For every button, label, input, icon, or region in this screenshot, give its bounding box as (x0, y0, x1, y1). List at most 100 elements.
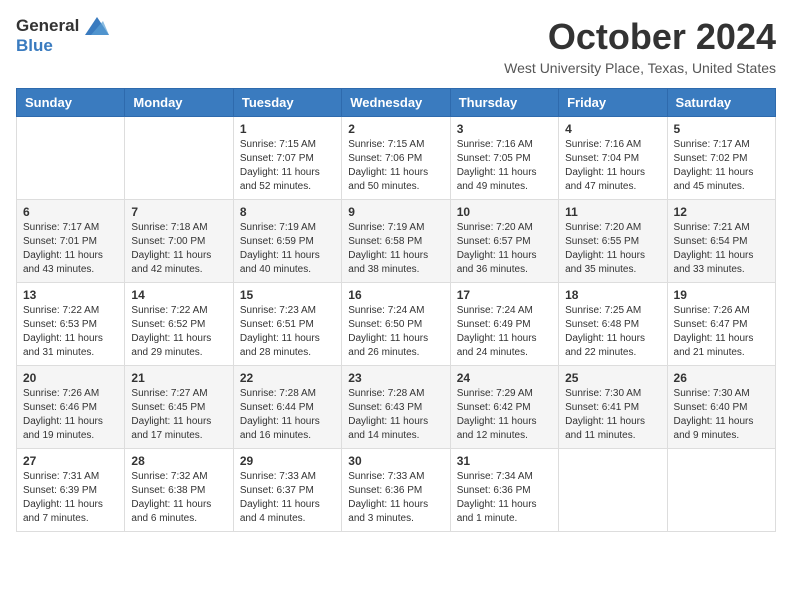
calendar-week-row: 1Sunrise: 7:15 AM Sunset: 7:07 PM Daylig… (17, 117, 776, 200)
day-info: Sunrise: 7:21 AM Sunset: 6:54 PM Dayligh… (674, 221, 769, 277)
calendar-cell: 2 Sunrise: 7:15 AM Sunset: 7:06 PM Daylig… (342, 117, 450, 200)
day-number: 22 (240, 371, 335, 385)
calendar-cell: 4 Sunrise: 7:16 AM Sunset: 7:04 PM Daylig… (559, 117, 667, 200)
day-number: 25 (565, 371, 660, 385)
calendar-cell: 21 Sunrise: 7:27 AM Sunset: 6:45 PM Dayli… (125, 366, 233, 449)
calendar-cell: 18 Sunrise: 7:25 AM Sunset: 6:48 PM Dayli… (559, 283, 667, 366)
logo-icon (85, 17, 109, 35)
location-subtitle: West University Place, Texas, United Sta… (504, 60, 776, 76)
day-info: Sunrise: 7:34 AM Sunset: 6:36 PM Dayligh… (457, 470, 552, 526)
calendar-cell: 23 Sunrise: 7:28 AM Sunset: 6:43 PM Dayli… (342, 366, 450, 449)
column-header-sunday: Sunday (17, 89, 125, 117)
day-number: 6 (23, 205, 118, 219)
day-info: Sunrise: 7:25 AM Sunset: 6:48 PM Dayligh… (565, 304, 660, 360)
calendar-cell: 25 Sunrise: 7:30 AM Sunset: 6:41 PM Dayli… (559, 366, 667, 449)
calendar-cell: 26Sunrise: 7:30 AM Sunset: 6:40 PM Dayli… (667, 366, 775, 449)
day-number: 1 (240, 122, 335, 136)
calendar-cell (667, 449, 775, 532)
calendar-cell: 17 Sunrise: 7:24 AM Sunset: 6:49 PM Dayli… (450, 283, 558, 366)
calendar-cell: 24Sunrise: 7:29 AM Sunset: 6:42 PM Dayli… (450, 366, 558, 449)
day-number: 14 (131, 288, 226, 302)
day-info: Sunrise: 7:26 AM Sunset: 6:46 PM Dayligh… (23, 387, 118, 443)
day-number: 21 (131, 371, 226, 385)
column-header-tuesday: Tuesday (233, 89, 341, 117)
day-number: 16 (348, 288, 443, 302)
calendar-cell: 1Sunrise: 7:15 AM Sunset: 7:07 PM Daylig… (233, 117, 341, 200)
day-info: Sunrise: 7:19 AM Sunset: 6:59 PM Dayligh… (240, 221, 335, 277)
calendar-week-row: 13 Sunrise: 7:22 AM Sunset: 6:53 PM Dayli… (17, 283, 776, 366)
day-info: Sunrise: 7:22 AM Sunset: 6:53 PM Dayligh… (23, 304, 118, 360)
calendar-week-row: 27 Sunrise: 7:31 AM Sunset: 6:39 PM Dayli… (17, 449, 776, 532)
day-number: 19 (674, 288, 769, 302)
day-number: 12 (674, 205, 769, 219)
calendar-cell: 20 Sunrise: 7:26 AM Sunset: 6:46 PM Dayli… (17, 366, 125, 449)
page-header: General Blue October 2024 West Universit… (16, 16, 776, 76)
day-number: 17 (457, 288, 552, 302)
day-number: 18 (565, 288, 660, 302)
day-info: Sunrise: 7:20 AM Sunset: 6:57 PM Dayligh… (457, 221, 552, 277)
day-info: Sunrise: 7:17 AM Sunset: 7:02 PM Dayligh… (674, 138, 769, 194)
month-title: October 2024 (504, 16, 776, 58)
calendar-cell: 13 Sunrise: 7:22 AM Sunset: 6:53 PM Dayli… (17, 283, 125, 366)
calendar-week-row: 6 Sunrise: 7:17 AM Sunset: 7:01 PM Daylig… (17, 200, 776, 283)
day-info: Sunrise: 7:23 AM Sunset: 6:51 PM Dayligh… (240, 304, 335, 360)
column-header-wednesday: Wednesday (342, 89, 450, 117)
day-info: Sunrise: 7:16 AM Sunset: 7:05 PM Dayligh… (457, 138, 552, 194)
day-number: 27 (23, 454, 118, 468)
day-number: 13 (23, 288, 118, 302)
day-info: Sunrise: 7:31 AM Sunset: 6:39 PM Dayligh… (23, 470, 118, 526)
day-number: 3 (457, 122, 552, 136)
calendar-cell (125, 117, 233, 200)
logo-blue-text: Blue (16, 36, 53, 55)
day-number: 23 (348, 371, 443, 385)
day-info: Sunrise: 7:28 AM Sunset: 6:43 PM Dayligh… (348, 387, 443, 443)
day-info: Sunrise: 7:24 AM Sunset: 6:49 PM Dayligh… (457, 304, 552, 360)
day-number: 20 (23, 371, 118, 385)
day-number: 9 (348, 205, 443, 219)
calendar-cell: 30 Sunrise: 7:33 AM Sunset: 6:36 PM Dayli… (342, 449, 450, 532)
day-info: Sunrise: 7:29 AM Sunset: 6:42 PM Dayligh… (457, 387, 552, 443)
day-number: 8 (240, 205, 335, 219)
day-info: Sunrise: 7:22 AM Sunset: 6:52 PM Dayligh… (131, 304, 226, 360)
day-info: Sunrise: 7:30 AM Sunset: 6:41 PM Dayligh… (565, 387, 660, 443)
calendar-cell: 7 Sunrise: 7:18 AM Sunset: 7:00 PM Daylig… (125, 200, 233, 283)
calendar-cell (17, 117, 125, 200)
column-header-friday: Friday (559, 89, 667, 117)
day-info: Sunrise: 7:18 AM Sunset: 7:00 PM Dayligh… (131, 221, 226, 277)
column-header-thursday: Thursday (450, 89, 558, 117)
day-info: Sunrise: 7:27 AM Sunset: 6:45 PM Dayligh… (131, 387, 226, 443)
calendar-cell: 28Sunrise: 7:32 AM Sunset: 6:38 PM Dayli… (125, 449, 233, 532)
logo-general-text: General (16, 16, 79, 36)
day-number: 4 (565, 122, 660, 136)
calendar-cell: 15 Sunrise: 7:23 AM Sunset: 6:51 PM Dayli… (233, 283, 341, 366)
day-info: Sunrise: 7:17 AM Sunset: 7:01 PM Dayligh… (23, 221, 118, 277)
calendar-cell: 10Sunrise: 7:20 AM Sunset: 6:57 PM Dayli… (450, 200, 558, 283)
logo: General Blue (16, 16, 109, 56)
calendar-cell: 11 Sunrise: 7:20 AM Sunset: 6:55 PM Dayli… (559, 200, 667, 283)
day-number: 31 (457, 454, 552, 468)
column-header-monday: Monday (125, 89, 233, 117)
day-number: 7 (131, 205, 226, 219)
calendar-header-row: SundayMondayTuesdayWednesdayThursdayFrid… (17, 89, 776, 117)
calendar-week-row: 20 Sunrise: 7:26 AM Sunset: 6:46 PM Dayli… (17, 366, 776, 449)
day-number: 28 (131, 454, 226, 468)
day-info: Sunrise: 7:15 AM Sunset: 7:06 PM Dayligh… (348, 138, 443, 194)
calendar-cell: 19Sunrise: 7:26 AM Sunset: 6:47 PM Dayli… (667, 283, 775, 366)
calendar-cell: 8 Sunrise: 7:19 AM Sunset: 6:59 PM Daylig… (233, 200, 341, 283)
day-info: Sunrise: 7:20 AM Sunset: 6:55 PM Dayligh… (565, 221, 660, 277)
calendar-cell: 3 Sunrise: 7:16 AM Sunset: 7:05 PM Daylig… (450, 117, 558, 200)
title-section: October 2024 West University Place, Texa… (504, 16, 776, 76)
day-info: Sunrise: 7:19 AM Sunset: 6:58 PM Dayligh… (348, 221, 443, 277)
day-number: 30 (348, 454, 443, 468)
calendar-cell: 29Sunrise: 7:33 AM Sunset: 6:37 PM Dayli… (233, 449, 341, 532)
day-number: 15 (240, 288, 335, 302)
day-number: 5 (674, 122, 769, 136)
calendar-cell: 31 Sunrise: 7:34 AM Sunset: 6:36 PM Dayli… (450, 449, 558, 532)
day-info: Sunrise: 7:33 AM Sunset: 6:36 PM Dayligh… (348, 470, 443, 526)
calendar-table: SundayMondayTuesdayWednesdayThursdayFrid… (16, 88, 776, 532)
day-number: 11 (565, 205, 660, 219)
day-number: 2 (348, 122, 443, 136)
day-info: Sunrise: 7:24 AM Sunset: 6:50 PM Dayligh… (348, 304, 443, 360)
day-info: Sunrise: 7:16 AM Sunset: 7:04 PM Dayligh… (565, 138, 660, 194)
day-info: Sunrise: 7:28 AM Sunset: 6:44 PM Dayligh… (240, 387, 335, 443)
